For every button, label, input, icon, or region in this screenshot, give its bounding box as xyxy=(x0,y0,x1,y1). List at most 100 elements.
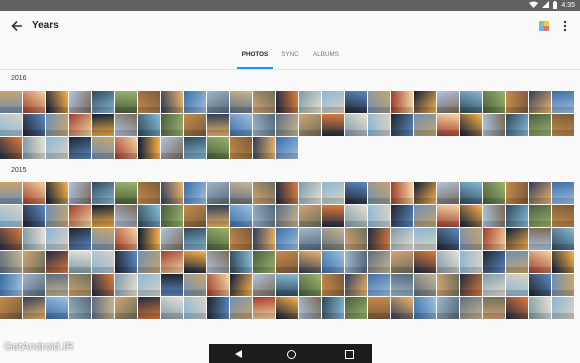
photo-thumbnail-2015[interactable] xyxy=(414,297,436,319)
photo-thumbnail-2015[interactable] xyxy=(552,251,574,273)
photo-thumbnail-2015[interactable] xyxy=(184,228,206,250)
photo-thumbnail-2015[interactable] xyxy=(69,205,91,227)
photo-thumbnail-2015[interactable] xyxy=(69,228,91,250)
photo-thumbnail-2015[interactable] xyxy=(23,182,45,204)
photo-thumbnail-2016[interactable] xyxy=(184,91,206,113)
photo-thumbnail-2015[interactable] xyxy=(391,274,413,296)
photo-thumbnail-2015[interactable] xyxy=(0,274,22,296)
photo-thumbnail-2015[interactable] xyxy=(23,274,45,296)
photo-thumbnail-2015[interactable] xyxy=(138,205,160,227)
photo-thumbnail-2015[interactable] xyxy=(92,205,114,227)
photo-thumbnail-2015[interactable] xyxy=(345,182,367,204)
photo-thumbnail-2015[interactable] xyxy=(414,182,436,204)
photo-thumbnail-2015[interactable] xyxy=(460,205,482,227)
photo-thumbnail-2015[interactable] xyxy=(437,274,459,296)
photo-thumbnail-2016[interactable] xyxy=(253,137,275,159)
photo-thumbnail-2015[interactable] xyxy=(0,251,22,273)
photo-thumbnail-2015[interactable] xyxy=(529,182,551,204)
photo-thumbnail-2015[interactable] xyxy=(552,182,574,204)
photo-thumbnail-2016[interactable] xyxy=(23,91,45,113)
photo-thumbnail-2016[interactable] xyxy=(368,91,390,113)
photo-thumbnail-2015[interactable] xyxy=(230,228,252,250)
photo-thumbnail-2015[interactable] xyxy=(414,205,436,227)
photo-thumbnail-2016[interactable] xyxy=(69,91,91,113)
photo-thumbnail-2016[interactable] xyxy=(0,91,22,113)
photo-thumbnail-2015[interactable] xyxy=(46,274,68,296)
photo-thumbnail-2015[interactable] xyxy=(529,274,551,296)
photo-thumbnail-2015[interactable] xyxy=(345,205,367,227)
photo-thumbnail-2015[interactable] xyxy=(161,297,183,319)
photo-thumbnail-2015[interactable] xyxy=(92,274,114,296)
photo-thumbnail-2016[interactable] xyxy=(552,114,574,136)
photo-thumbnail-2015[interactable] xyxy=(184,205,206,227)
photo-thumbnail-2016[interactable] xyxy=(276,114,298,136)
photo-thumbnail-2015[interactable] xyxy=(437,205,459,227)
photo-thumbnail-2015[interactable] xyxy=(69,274,91,296)
photo-thumbnail-2015[interactable] xyxy=(23,251,45,273)
photo-thumbnail-2016[interactable] xyxy=(46,91,68,113)
photo-thumbnail-2016[interactable] xyxy=(529,91,551,113)
photo-thumbnail-2015[interactable] xyxy=(115,182,137,204)
nav-home-icon[interactable] xyxy=(284,347,298,361)
photo-thumbnail-2015[interactable] xyxy=(161,251,183,273)
photo-thumbnail-2015[interactable] xyxy=(0,228,22,250)
nav-back-icon[interactable] xyxy=(231,347,245,361)
photo-thumbnail-2015[interactable] xyxy=(368,228,390,250)
photo-thumbnail-2016[interactable] xyxy=(23,137,45,159)
photo-thumbnail-2015[interactable] xyxy=(345,228,367,250)
photo-thumbnail-2015[interactable] xyxy=(552,228,574,250)
photo-thumbnail-2016[interactable] xyxy=(276,137,298,159)
photo-thumbnail-2015[interactable] xyxy=(207,274,229,296)
photo-thumbnail-2016[interactable] xyxy=(391,91,413,113)
photo-thumbnail-2015[interactable] xyxy=(276,297,298,319)
photo-thumbnail-2016[interactable] xyxy=(161,114,183,136)
photo-thumbnail-2015[interactable] xyxy=(368,182,390,204)
photo-thumbnail-2015[interactable] xyxy=(69,182,91,204)
photo-thumbnail-2015[interactable] xyxy=(552,205,574,227)
photo-thumbnail-2015[interactable] xyxy=(483,228,505,250)
photo-thumbnail-2015[interactable] xyxy=(276,228,298,250)
photo-thumbnail-2016[interactable] xyxy=(138,91,160,113)
photo-thumbnail-2015[interactable] xyxy=(483,251,505,273)
photo-thumbnail-2016[interactable] xyxy=(92,114,114,136)
photo-thumbnail-2015[interactable] xyxy=(276,251,298,273)
photo-thumbnail-2015[interactable] xyxy=(207,297,229,319)
photos-icon[interactable] xyxy=(539,21,549,31)
photo-thumbnail-2016[interactable] xyxy=(483,114,505,136)
photo-thumbnail-2016[interactable] xyxy=(46,137,68,159)
photo-thumbnail-2015[interactable] xyxy=(322,274,344,296)
photo-thumbnail-2015[interactable] xyxy=(460,228,482,250)
photo-thumbnail-2015[interactable] xyxy=(322,297,344,319)
photo-thumbnail-2015[interactable] xyxy=(46,297,68,319)
photo-thumbnail-2015[interactable] xyxy=(506,251,528,273)
photo-thumbnail-2015[interactable] xyxy=(460,251,482,273)
photo-thumbnail-2015[interactable] xyxy=(391,205,413,227)
photo-thumbnail-2015[interactable] xyxy=(207,205,229,227)
photo-thumbnail-2016[interactable] xyxy=(161,137,183,159)
photo-thumbnail-2016[interactable] xyxy=(92,91,114,113)
photo-thumbnail-2015[interactable] xyxy=(0,205,22,227)
photo-thumbnail-2015[interactable] xyxy=(299,205,321,227)
tab-photos[interactable]: PHOTOS xyxy=(237,41,273,69)
photo-thumbnail-2015[interactable] xyxy=(46,182,68,204)
photo-thumbnail-2015[interactable] xyxy=(529,205,551,227)
photo-thumbnail-2015[interactable] xyxy=(437,297,459,319)
photo-thumbnail-2016[interactable] xyxy=(345,114,367,136)
photo-thumbnail-2016[interactable] xyxy=(437,91,459,113)
photo-thumbnail-2016[interactable] xyxy=(345,91,367,113)
photo-thumbnail-2015[interactable] xyxy=(92,228,114,250)
photo-thumbnail-2016[interactable] xyxy=(529,114,551,136)
photo-thumbnail-2016[interactable] xyxy=(230,91,252,113)
photo-thumbnail-2016[interactable] xyxy=(230,137,252,159)
photo-thumbnail-2015[interactable] xyxy=(69,297,91,319)
photo-thumbnail-2015[interactable] xyxy=(115,297,137,319)
photo-thumbnail-2015[interactable] xyxy=(322,182,344,204)
photo-thumbnail-2015[interactable] xyxy=(437,228,459,250)
photo-thumbnail-2016[interactable] xyxy=(414,114,436,136)
photo-thumbnail-2016[interactable] xyxy=(506,114,528,136)
photo-thumbnail-2015[interactable] xyxy=(138,274,160,296)
photo-thumbnail-2015[interactable] xyxy=(115,251,137,273)
photo-thumbnail-2016[interactable] xyxy=(69,114,91,136)
photo-thumbnail-2015[interactable] xyxy=(483,297,505,319)
photo-thumbnail-2015[interactable] xyxy=(253,228,275,250)
